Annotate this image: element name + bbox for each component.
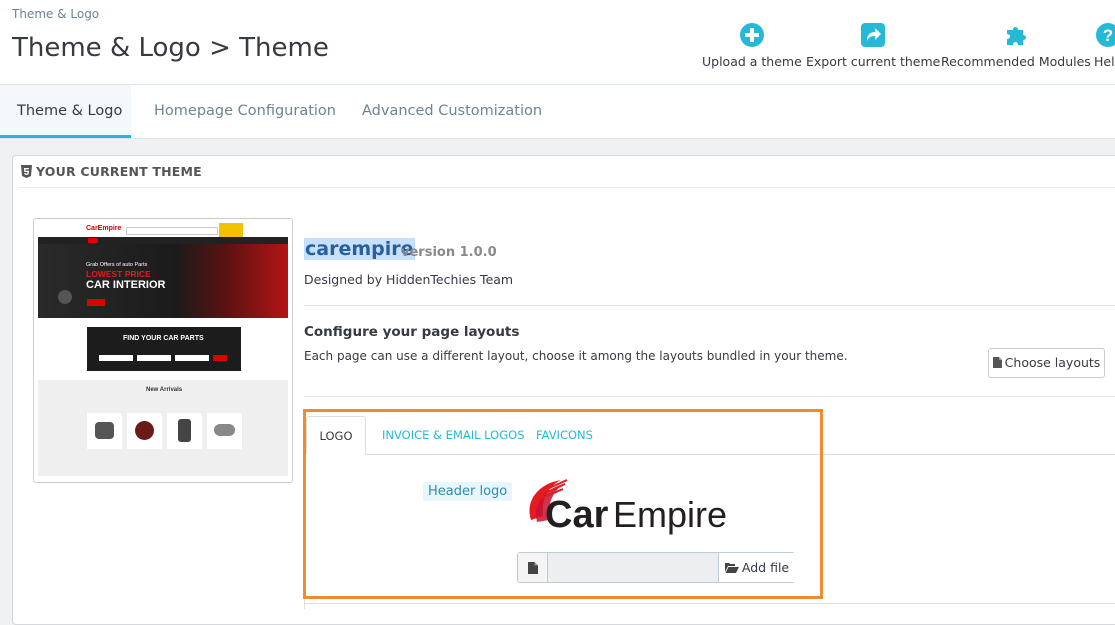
panel-heading: YOUR CURRENT THEME [21, 164, 202, 179]
theme-name: carempire [304, 238, 415, 260]
preview-product-image [178, 419, 191, 442]
preview-find-title: FIND YOUR CAR PARTS [123, 335, 204, 342]
preview-product-4 [207, 413, 242, 449]
preview-nav [38, 237, 288, 244]
tab-homepage-configuration[interactable]: Homepage Configuration [137, 85, 353, 138]
preview-select-1 [99, 355, 133, 361]
export-theme-button[interactable]: Export current theme [806, 22, 940, 69]
preview-banner-button [87, 299, 105, 306]
theme-name-text: carempire [305, 238, 414, 260]
page-header: Theme & Logo Theme & Logo > Theme Upload… [0, 0, 1115, 85]
preview-banner-small: Grab Offers of auto Parts [86, 262, 148, 268]
theme-version: version 1.0.0 [401, 245, 497, 260]
recommended-modules-button[interactable]: Recommended Modules [941, 22, 1091, 69]
puzzle-icon [1006, 27, 1026, 45]
configure-layouts-title: Configure your page layouts [304, 324, 520, 340]
tab-content-bottom-border [304, 603, 1115, 604]
preview-product-2 [127, 413, 162, 449]
help-icon: ? [1096, 23, 1115, 47]
file-icon [992, 357, 1002, 368]
help-button[interactable]: ? Help [1094, 22, 1115, 69]
preview-product-3 [167, 413, 202, 449]
upload-theme-label: Upload a theme [702, 54, 802, 69]
share-icon [861, 23, 886, 47]
html5-icon [21, 165, 32, 178]
preview-nav-active [88, 238, 98, 243]
preview-new-arrivals: New Arrivals [38, 380, 288, 476]
recommended-modules-label: Recommended Modules [941, 54, 1091, 69]
configure-layouts-description: Each page can use a different layout, ch… [304, 349, 848, 363]
highlight-box [303, 409, 823, 599]
preview-banner-prev [58, 290, 72, 304]
preview-cart [219, 223, 243, 237]
panel-divider [18, 187, 1115, 188]
preview-header: CarEmpire [38, 223, 288, 237]
choose-layouts-label: Choose layouts [1004, 355, 1101, 370]
preview-select-3 [175, 355, 209, 361]
preview-find-box: FIND YOUR CAR PARTS [87, 327, 241, 371]
preview-banner: Grab Offers of auto Parts LOWEST PRICE C… [38, 244, 288, 318]
preview-banner-main: CAR INTERIOR [86, 279, 166, 291]
export-theme-label: Export current theme [806, 54, 941, 69]
help-label: Help [1094, 54, 1115, 69]
preview-select-2 [137, 355, 171, 361]
preview-search [126, 227, 218, 235]
upload-theme-button[interactable]: Upload a theme [702, 22, 802, 69]
preview-product-image [135, 421, 154, 440]
preview-product-image [95, 422, 114, 439]
svg-text:?: ? [1103, 26, 1113, 45]
theme-author: Designed by HiddenTechies Team [304, 272, 514, 287]
main-tabs: Theme & Logo Homepage Configuration Adva… [0, 85, 1115, 139]
tab-advanced-customization[interactable]: Advanced Customization [345, 85, 559, 138]
page-title: Theme & Logo > Theme [12, 33, 329, 63]
divider [304, 305, 1115, 306]
preview-product-1 [87, 413, 122, 449]
panel-heading-text: YOUR CURRENT THEME [36, 164, 202, 179]
choose-layouts-button[interactable]: Choose layouts [988, 348, 1105, 378]
theme-preview: CarEmpire Grab Offers of auto Parts LOWE… [33, 218, 293, 483]
preview-product-image [214, 424, 235, 436]
preview-brand: CarEmpire [86, 225, 122, 232]
tab-theme-logo[interactable]: Theme & Logo [0, 85, 131, 138]
preview-new-arrivals-title: New Arrivals [146, 387, 183, 393]
divider [304, 396, 1115, 397]
preview-banner-red: LOWEST PRICE [86, 269, 151, 279]
breadcrumb[interactable]: Theme & Logo [12, 7, 99, 21]
preview-find-button [213, 355, 227, 361]
plus-circle-icon [739, 23, 764, 47]
